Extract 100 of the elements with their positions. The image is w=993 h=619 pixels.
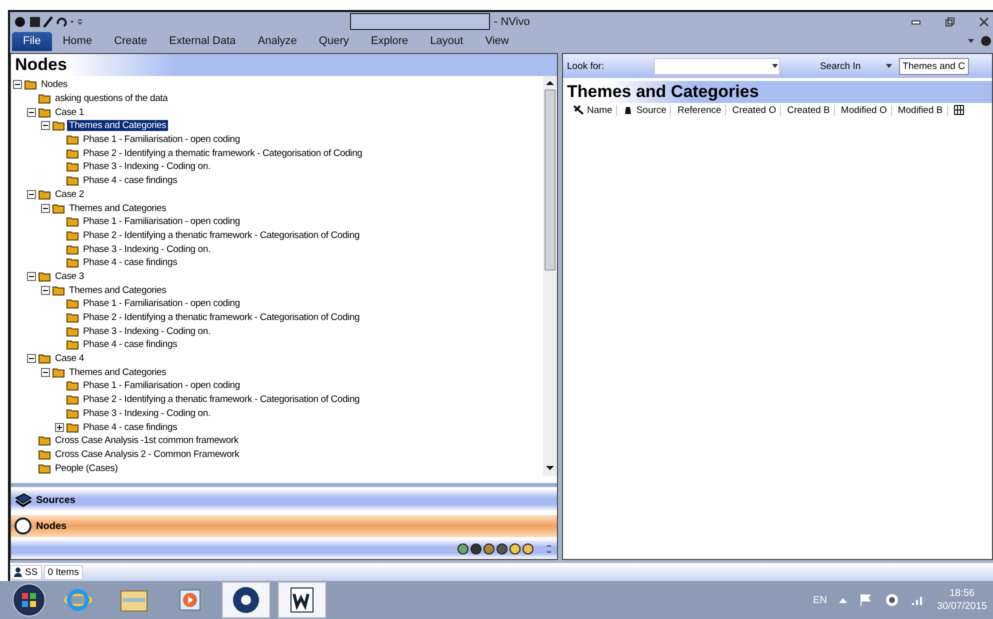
folder-icon [66, 312, 79, 324]
ribbon-tab[interactable]: External Data [158, 32, 247, 51]
column-header[interactable]: Source [623, 104, 672, 116]
column-header[interactable]: Name [573, 104, 618, 116]
folder-icon [66, 408, 79, 419]
tree-item[interactable]: Case 1 [53, 106, 86, 118]
tree-item[interactable]: Phase 2 - Identifying a thenatic framework - Categorisation of Coding [81, 394, 362, 406]
folder-icon [38, 93, 51, 104]
tree-item[interactable]: Phase 2 - Identifying a thenatic framework - Categorisation of Coding [81, 312, 362, 324]
folder-icon [38, 188, 51, 200]
caret-icon[interactable] [770, 63, 779, 69]
folder-icon [66, 244, 79, 255]
tree-item[interactable]: Phase 3 - Indexing - Coding on. [81, 408, 212, 419]
ribbon-tab[interactable]: Create [103, 32, 158, 51]
tree-item[interactable]: Phase 4 - case findings [81, 422, 180, 433]
column-header[interactable]: Created O [732, 104, 782, 116]
flag-icon[interactable] [858, 593, 873, 607]
tree-item[interactable]: Phase 1 - Familiarisation - open coding [81, 298, 242, 310]
navigation-bar[interactable]: Nodes [11, 515, 557, 537]
folder-icon [38, 462, 51, 474]
folder-icon [66, 422, 79, 433]
column-chooser-icon[interactable] [954, 105, 964, 115]
folder-icon [24, 79, 37, 90]
tree-item[interactable]: asking questions of the data [53, 93, 170, 104]
folder-icon [38, 353, 51, 364]
tree-item[interactable]: Cross Case Analysis -1st common framework [53, 435, 240, 446]
search-scope-field[interactable]: Themes and C [898, 58, 969, 74]
tree-item[interactable]: Case 3 [53, 270, 86, 282]
tree-item[interactable]: Phase 4 - case findings [81, 257, 180, 268]
tree-item[interactable]: Themes and Categories [67, 284, 168, 296]
tree-item[interactable]: Phase 1 - Familiarisation - open coding [81, 216, 242, 228]
look-for-field[interactable] [654, 58, 780, 74]
tree-item[interactable]: Case 2 [53, 188, 86, 200]
item-count: 0 Items [44, 564, 83, 580]
tree-item[interactable]: Phase 4 - case findings [81, 175, 180, 186]
user-status: SS [10, 564, 42, 580]
folder-icon [52, 366, 65, 378]
pin-icon [573, 105, 584, 115]
navigation-icons-drawing[interactable] [457, 543, 553, 555]
tree-item[interactable]: Case 4 [53, 353, 86, 364]
quick-access-toolbar-drawing[interactable] [14, 16, 84, 28]
tree-item[interactable]: Themes and Categories [67, 366, 168, 378]
folder-icon [66, 339, 79, 350]
folder-icon [66, 326, 79, 337]
scrollbar[interactable] [543, 76, 557, 476]
folder-icon [38, 270, 51, 282]
tree-item[interactable]: Phase 3 - Indexing - Coding on. [81, 326, 212, 337]
column-header[interactable]: Modified O [840, 104, 892, 116]
caret-icon[interactable] [967, 37, 975, 45]
folder-icon [52, 284, 65, 296]
collapse-toggle[interactable] [41, 121, 50, 130]
search-in-label[interactable]: Search In [820, 60, 861, 72]
folder-icon [66, 298, 79, 310]
folder-icon [52, 120, 65, 132]
tree-item[interactable]: Phase 1 - Familiarisation - open coding [81, 380, 242, 392]
start-button[interactable] [12, 583, 46, 617]
tree-item[interactable]: Phase 2 - Identifying a thenatic framework - Categorisation of Coding [81, 230, 362, 241]
collapse-toggle[interactable] [41, 286, 50, 295]
folder-icon [66, 148, 79, 159]
tree-item[interactable]: Phase 1 - Familiarisation - open coding [81, 134, 242, 146]
stack-icon [14, 492, 32, 508]
collapse-toggle[interactable] [41, 368, 50, 377]
column-header[interactable]: Modified B [898, 104, 948, 116]
collapse-toggle[interactable] [27, 272, 36, 281]
close-icon[interactable] [979, 16, 989, 26]
tree-item[interactable]: Phase 4 - case findings [81, 339, 180, 350]
ribbon-tab[interactable]: File [12, 32, 52, 51]
triangle-icon[interactable] [838, 597, 847, 603]
navigation-bar[interactable]: Sources [11, 489, 557, 511]
ribbon-tab[interactable]: Explore [360, 32, 420, 51]
tree-item[interactable]: Nodes [39, 79, 70, 90]
tree-item[interactable]: Phase 2 - Identifying a thematic framework - Categorisation of Coding [81, 148, 364, 159]
collapse-toggle[interactable] [27, 108, 36, 117]
tree-item[interactable]: Phase 3 - Indexing - Coding on. [81, 244, 212, 255]
column-header[interactable]: Reference [677, 104, 726, 116]
caret-icon[interactable] [884, 63, 893, 69]
ribbon-tab[interactable]: Layout [419, 32, 474, 51]
collapse-toggle[interactable] [27, 190, 36, 199]
collapse-toggle[interactable] [27, 354, 36, 364]
column-header[interactable]: Created B [787, 104, 835, 116]
folder-icon [66, 161, 79, 172]
collapse-toggle[interactable] [13, 80, 22, 90]
expand-toggle[interactable] [55, 422, 64, 432]
ribbon-tab[interactable]: Query [308, 32, 360, 51]
folder-icon [66, 257, 79, 268]
ribbon-tab[interactable]: View [474, 32, 520, 51]
ribbon-tab[interactable]: Home [52, 32, 104, 51]
restore-icon[interactable] [945, 16, 955, 26]
tree-item[interactable]: Cross Case Analysis 2 - Common Framework [53, 448, 242, 460]
tree-item[interactable]: Themes and Categories [67, 120, 168, 132]
tree-item[interactable]: Phase 3 - Indexing - Coding on. [81, 161, 212, 172]
collapse-toggle[interactable] [41, 204, 50, 213]
folder-icon [66, 394, 79, 406]
document-taskbar-icon[interactable] [278, 582, 326, 618]
folder-icon [38, 448, 51, 460]
folder-icon [66, 134, 79, 146]
signal-icon[interactable] [910, 594, 925, 606]
tree-item[interactable]: Themes and Categories [67, 202, 168, 214]
tree-item[interactable]: People (Cases) [53, 462, 120, 474]
ribbon-tab[interactable]: Analyze [246, 32, 308, 51]
